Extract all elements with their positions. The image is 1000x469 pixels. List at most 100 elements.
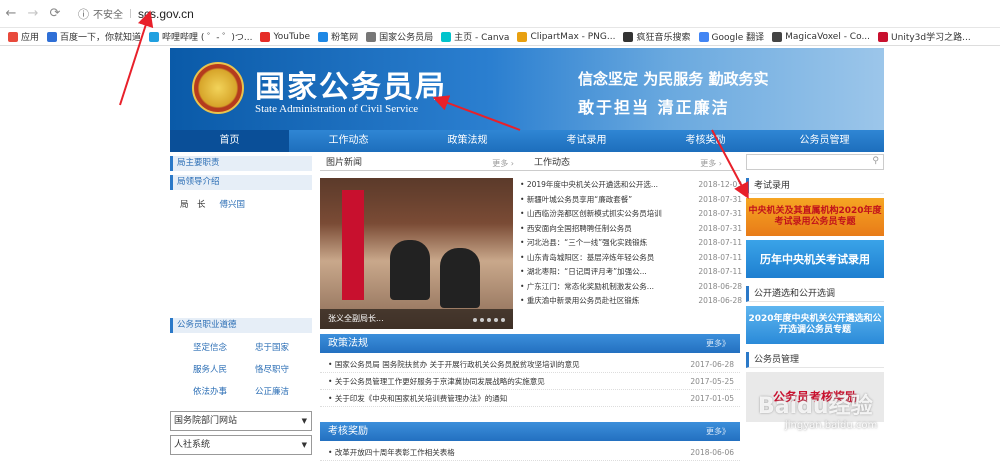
more-label: 更多 xyxy=(492,159,509,168)
leader-title: 局 长 xyxy=(180,200,206,210)
site-search-input[interactable]: ⚲ xyxy=(746,154,884,170)
ministry-sites-select[interactable]: 国务院部门网站 ▼ xyxy=(170,411,312,431)
bookmark-item[interactable]: Unity3d学习之路... xyxy=(878,30,971,43)
selection-2020-banner[interactable]: 2020年度中央机关公开遴选和公开选调公务员专题 xyxy=(746,306,884,344)
list-item[interactable]: 山西临汾尧都区创新模式抓实公务员培训 2018-07-31 xyxy=(520,207,742,222)
item-date: 2018-07-31 xyxy=(698,223,742,233)
bookmark-favicon-icon xyxy=(772,31,783,42)
dropdown-arrow-icon: ▼ xyxy=(301,441,307,449)
item-title[interactable]: 关于公务员管理工作更好服务于京津冀协同发展战略的实施意见 xyxy=(328,373,545,389)
list-item[interactable]: 山东青岛城阳区：基层淬炼年轻公务员 2018-07-11 xyxy=(520,251,742,266)
more-label: 更多 xyxy=(706,339,722,348)
policy-title[interactable]: 政策法规 xyxy=(328,338,368,349)
bookmark-item[interactable]: ClipartMax - PNG... xyxy=(517,31,615,42)
nav-management[interactable]: 公务员管理 xyxy=(765,130,884,152)
more-link[interactable]: 更多 › xyxy=(492,156,514,171)
bookmark-favicon-icon xyxy=(260,31,271,42)
more-link[interactable]: 更多 › xyxy=(700,156,722,171)
bookmark-item[interactable]: 国家公务员局 xyxy=(366,30,433,43)
search-icon[interactable]: ⚲ xyxy=(872,156,879,166)
item-title[interactable]: 关于印发《中央和国家机关培训费管理办法》的通知 xyxy=(328,390,508,406)
item-title[interactable]: 河北治县：“三个一线”强化实践锻炼 xyxy=(520,236,647,251)
bookmark-item[interactable]: MagicaVoxel - Co... xyxy=(772,31,870,42)
list-item[interactable]: 关于印发《中央和国家机关培训费管理办法》的通知 2017-01-05 xyxy=(320,390,740,407)
list-item[interactable]: 2019年度中央机关公开遴选和公开选... 2018-12-03 xyxy=(520,178,742,193)
item-date: 2017-01-05 xyxy=(690,394,734,403)
item-title[interactable]: 湖北枣阳：“日记周评月考”加强公... xyxy=(520,265,647,280)
ethics-item[interactable]: 恪尽职守 xyxy=(242,363,302,375)
item-title[interactable]: 西安面向全国招聘聘任制公务员 xyxy=(520,222,632,237)
left-column: 局主要职责 局领导介绍 局 长 傅兴国 公务员职业道德 坚定信念 忠于国家 服务… xyxy=(170,156,312,459)
forward-icon[interactable]: → xyxy=(22,6,44,21)
reward-more-link[interactable]: 更多》 xyxy=(706,422,730,441)
reload-icon[interactable]: ⟳ xyxy=(44,6,66,21)
policy-more-link[interactable]: 更多》 xyxy=(706,334,730,353)
list-item[interactable]: 重庆渝中新录用公务员赴社区锻炼 2018-06-28 xyxy=(520,294,742,309)
reward-title[interactable]: 考核奖励 xyxy=(328,426,368,437)
nav-home[interactable]: 首页 xyxy=(170,130,289,152)
ethics-heading[interactable]: 公务员职业道德 xyxy=(170,318,312,333)
bookmark-favicon-icon xyxy=(149,31,160,42)
list-item[interactable]: 西安面向全国招聘聘任制公务员 2018-07-31 xyxy=(520,222,742,237)
item-title[interactable]: 2019年度中央机关公开遴选和公开选... xyxy=(520,178,658,193)
leader-name[interactable]: 傅兴国 xyxy=(220,198,246,210)
management-heading[interactable]: 公务员管理 xyxy=(746,352,884,368)
item-title[interactable]: 改革开放四十周年表彰工作相关表格 xyxy=(328,444,455,460)
ethics-item[interactable]: 服务人民 xyxy=(180,363,240,375)
leaders-heading[interactable]: 局领导介绍 xyxy=(170,175,312,190)
policy-list: 国家公务员局 国务院扶贫办 关于开展行政机关公务员脱贫攻坚培训的意见 2017-0… xyxy=(320,356,740,407)
list-item[interactable]: 国家公务员局 国务院扶贫办 关于开展行政机关公务员脱贫攻坚培训的意见 2017-0… xyxy=(320,356,740,373)
exam-heading[interactable]: 考试录用 xyxy=(746,178,884,194)
list-item[interactable]: 关于公务员管理工作更好服务于京津冀协同发展战略的实施意见 2017-05-25 xyxy=(320,373,740,390)
selection-heading[interactable]: 公开遴选和公开选调 xyxy=(746,286,884,302)
list-item[interactable]: 新疆叶城公务员享用“廉政套餐” 2018-07-31 xyxy=(520,193,742,208)
bookmark-item[interactable]: Google 翻译 xyxy=(698,30,764,43)
insecure-label[interactable]: 不安全 xyxy=(93,6,123,21)
list-item[interactable]: 改革开放四十周年表彰工作相关表格 2018-06-06 xyxy=(320,444,740,461)
ethics-item[interactable]: 忠于国家 xyxy=(242,341,302,353)
hr-system-select[interactable]: 人社系统 ▼ xyxy=(170,435,312,455)
list-item[interactable]: 河北治县：“三个一线”强化实践锻炼 2018-07-11 xyxy=(520,236,742,251)
item-title[interactable]: 国家公务员局 国务院扶贫办 关于开展行政机关公务员脱贫攻坚培训的意见 xyxy=(328,356,580,372)
reward-list: 改革开放四十周年表彰工作相关表格 2018-06-06 xyxy=(320,444,740,461)
item-date: 2018-06-28 xyxy=(698,296,742,305)
carousel-dots[interactable] xyxy=(473,318,505,322)
watermark-url: jingyan.baidu.com xyxy=(785,420,878,431)
tab-work-news[interactable]: 工作动态 更多 › xyxy=(528,156,728,170)
item-title[interactable]: 广东江门：常态化奖励机制激发公务... xyxy=(520,280,654,295)
address-bar: ← → ⟳ ⓘ 不安全 | scs.gov.cn xyxy=(0,0,1000,28)
bookmark-item[interactable]: 百度一下，你就知道 xyxy=(47,30,141,43)
back-icon[interactable]: ← xyxy=(0,6,22,21)
info-icon[interactable]: ⓘ xyxy=(78,6,89,22)
bookmark-label: Unity3d学习之路... xyxy=(891,33,971,43)
bookmark-item[interactable]: 粉笔网 xyxy=(318,30,358,43)
ethics-item[interactable]: 依法办事 xyxy=(180,385,240,397)
duties-link[interactable]: 局主要职责 xyxy=(170,156,312,171)
bookmark-item[interactable]: YouTube xyxy=(260,31,310,42)
site-title-cn: 国家公务员局 xyxy=(255,70,447,105)
list-item[interactable]: 广东江门：常态化奖励机制激发公务... 2018-06-28 xyxy=(520,280,742,295)
nav-work-news[interactable]: 工作动态 xyxy=(289,130,408,152)
nav-exam[interactable]: 考试录用 xyxy=(527,130,646,152)
item-title[interactable]: 山西临汾尧都区创新模式抓实公务员培训 xyxy=(520,207,662,222)
nav-review[interactable]: 考核奖励 xyxy=(646,130,765,152)
ethics-item[interactable]: 坚定信念 xyxy=(180,341,240,353)
bookmark-item[interactable]: 应用 xyxy=(8,30,39,43)
bookmark-item[interactable]: 疯狂音乐搜索 xyxy=(623,30,691,43)
item-title[interactable]: 重庆渝中新录用公务员赴社区锻炼 xyxy=(520,294,640,309)
ethics-item[interactable]: 公正廉洁 xyxy=(242,385,302,397)
nav-policy[interactable]: 政策法规 xyxy=(408,130,527,152)
list-item[interactable]: 湖北枣阳：“日记周评月考”加强公... 2018-07-11 xyxy=(520,265,742,280)
exam-2020-banner[interactable]: 中央机关及其直属机构2020年度考试录用公务员专题 xyxy=(746,198,884,236)
news-tabs: 图片新闻 更多 › 工作动态 更多 › xyxy=(320,156,740,171)
bookmark-favicon-icon xyxy=(517,31,528,42)
url-field[interactable]: scs.gov.cn xyxy=(138,7,194,21)
bookmark-item[interactable]: 哔哩哔哩 ( ゜- ゜)つ... xyxy=(149,30,252,43)
photo-news-image[interactable]: 张义全副局长... xyxy=(320,178,513,329)
bookmark-label: 粉笔网 xyxy=(331,33,359,43)
item-title[interactable]: 山东青岛城阳区：基层淬炼年轻公务员 xyxy=(520,251,655,266)
item-title[interactable]: 新疆叶城公务员享用“廉政套餐” xyxy=(520,193,632,208)
bookmark-item[interactable]: 主页 - Canva xyxy=(441,30,509,43)
past-exams-banner[interactable]: 历年中央机关考试录用 xyxy=(746,240,884,278)
tab-photo-news[interactable]: 图片新闻 更多 › xyxy=(320,156,520,170)
